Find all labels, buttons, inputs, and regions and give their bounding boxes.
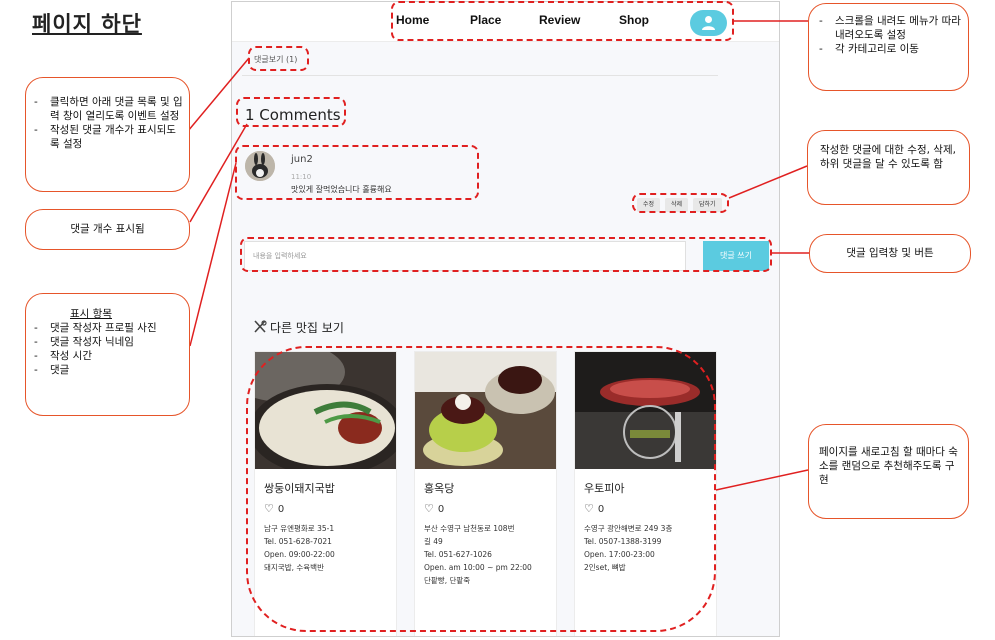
divider <box>242 75 718 76</box>
note-title: 표시 항목 <box>70 308 112 320</box>
note-count: 댓글 개수 표시됨 <box>25 209 190 250</box>
note-edit: 작성한 댓글에 대한 수정, 삭제, 하위 댓글을 달 수 있도록 함 <box>807 130 970 205</box>
highlight-nav <box>391 1 734 41</box>
note-line: 댓글 <box>30 363 183 377</box>
highlight-actions <box>632 193 729 213</box>
note-line: 스크롤을 내려도 메뉴가 따라 내려오도록 설정 <box>815 14 962 42</box>
highlight-count <box>236 97 346 127</box>
highlight-toggle <box>248 46 309 71</box>
note-toggle: 클릭하면 아래 댓글 목록 및 입력 창이 열리도록 이벤트 설정 작성된 댓글… <box>25 77 190 192</box>
note-display: 표시 항목 댓글 작성자 프로필 사진 댓글 작성자 닉네임 작성 시간 댓글 <box>25 293 190 416</box>
note-line: 각 카테고리로 이동 <box>815 42 962 56</box>
note-line: 댓글 개수 표시됨 <box>70 223 145 235</box>
highlight-input <box>240 237 772 272</box>
note-line: 댓글 작성자 닉네임 <box>30 335 183 349</box>
utensils-icon <box>253 320 267 337</box>
page-title: 페이지 하단 <box>32 12 142 36</box>
note-line: 작성 시간 <box>30 349 183 363</box>
note-random: 페이지를 새로고침 할 때마다 숙소를 랜덤으로 추천해주도록 구현 <box>808 424 969 519</box>
more-title-text: 다른 맛집 보기 <box>270 321 344 335</box>
highlight-comment <box>235 145 479 200</box>
highlight-cards <box>246 346 716 632</box>
note-line: 작성된 댓글 개수가 표시되도록 설정 <box>30 123 183 151</box>
note-menu: 스크롤을 내려도 메뉴가 따라 내려오도록 설정 각 카테고리로 이동 <box>808 3 969 91</box>
note-line: 댓글 작성자 프로필 사진 <box>30 321 183 335</box>
note-line: 댓글 입력창 및 버튼 <box>846 247 934 259</box>
note-line: 페이지를 새로고침 할 때마다 숙소를 랜덤으로 추천해주도록 구현 <box>819 446 958 486</box>
note-input: 댓글 입력창 및 버튼 <box>809 234 971 273</box>
note-line: 클릭하면 아래 댓글 목록 및 입력 창이 열리도록 이벤트 설정 <box>30 95 183 123</box>
more-restaurants-title: 다른 맛집 보기 <box>253 319 344 337</box>
note-line: 작성한 댓글에 대한 수정, 삭제, 하위 댓글을 달 수 있도록 함 <box>820 144 956 170</box>
